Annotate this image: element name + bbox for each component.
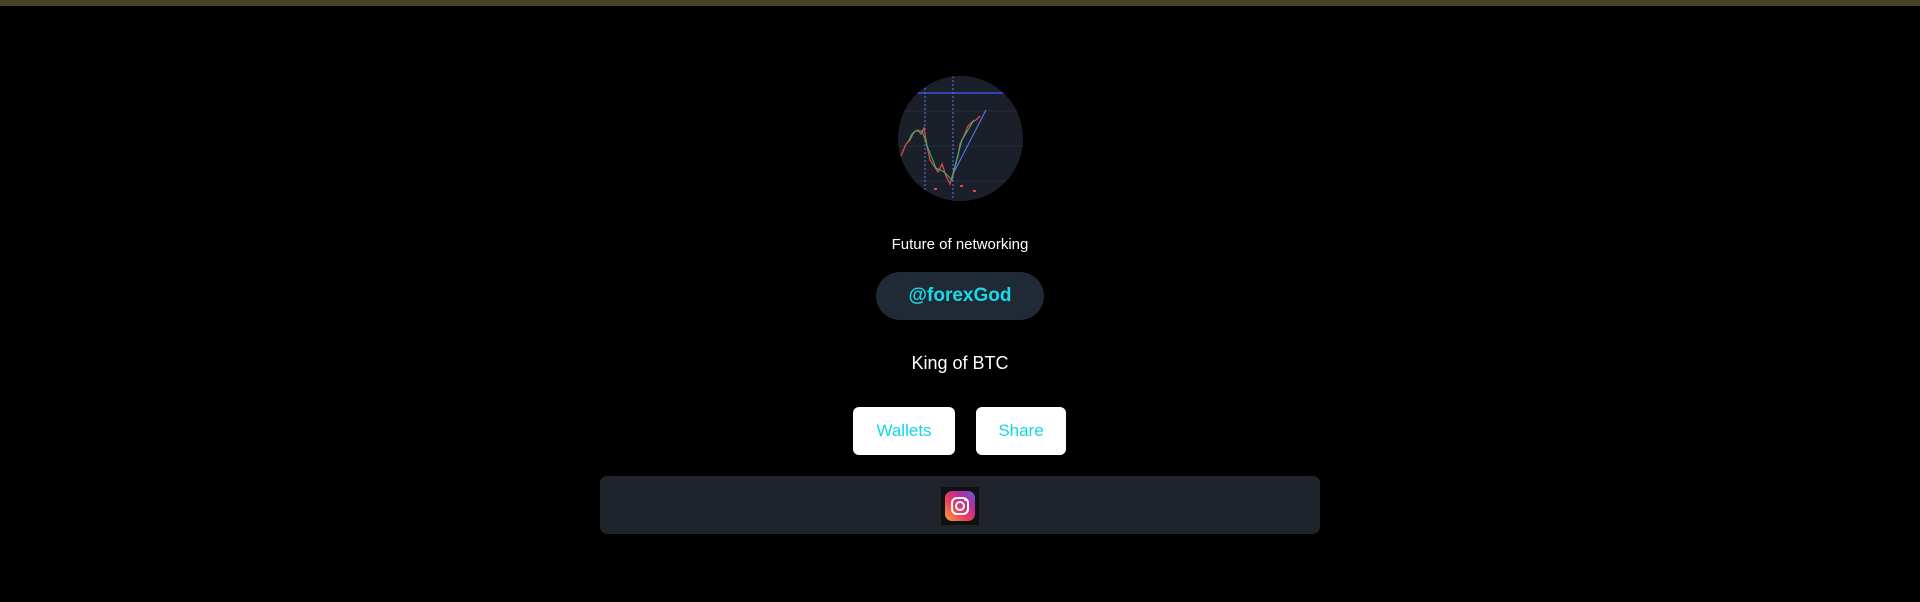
instagram-icon-lens bbox=[955, 501, 965, 511]
username-handle[interactable]: @forexGod bbox=[876, 272, 1044, 320]
instagram-icon-dot bbox=[964, 498, 967, 501]
share-button[interactable]: Share bbox=[976, 407, 1066, 455]
wallets-button[interactable]: Wallets bbox=[853, 407, 955, 455]
tagline: Future of networking bbox=[891, 236, 1029, 253]
instagram-icon bbox=[945, 491, 975, 521]
bio-text: King of BTC bbox=[911, 353, 1009, 373]
profile-page: Future of networking @forexGod King of B… bbox=[0, 0, 1920, 602]
avatar-chart-image bbox=[898, 76, 1023, 201]
instagram-link[interactable] bbox=[941, 487, 979, 525]
avatar bbox=[898, 76, 1023, 201]
social-links-bar bbox=[600, 476, 1320, 534]
